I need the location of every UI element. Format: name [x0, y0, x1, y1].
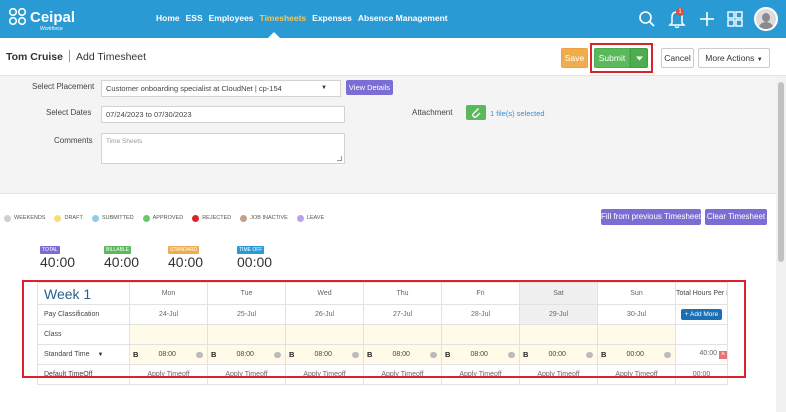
apps-grid-icon[interactable]: [726, 10, 744, 28]
legend-approved: APPROVED: [142, 214, 184, 222]
cancel-button[interactable]: Cancel: [661, 48, 694, 68]
avatar-head: [762, 13, 770, 22]
legend-label: REJECTED: [202, 215, 232, 221]
more-actions-label: More Actions: [705, 53, 755, 63]
fill-previous-timesheet-button[interactable]: Fill from previous Timesheet: [601, 209, 701, 225]
placement-select[interactable]: Customer onboarding specialist at CloudN…: [101, 80, 341, 97]
legend-job-inactive: JOB INACTIVE: [240, 214, 288, 222]
ceipal-logo[interactable]: Ceipal Workforce: [8, 7, 88, 33]
plus-icon[interactable]: [698, 10, 716, 28]
timeoff-value: 00:00: [237, 254, 273, 270]
billable-hours-summary: BILLABLE 40:00: [104, 244, 139, 270]
caret-down-icon: [635, 56, 643, 61]
title-divider: [68, 50, 70, 62]
nav-ess[interactable]: ESS: [186, 13, 203, 27]
brand-name: Ceipal: [30, 9, 76, 26]
legend-label: APPROVED: [152, 215, 184, 221]
placement-label: Select Placement: [32, 82, 95, 91]
legend-rejected: REJECTED: [192, 214, 232, 222]
legend-submitted: SUBMITTED: [91, 214, 134, 222]
user-avatar[interactable]: [754, 7, 778, 31]
timesheet-form: Select Placement Customer onboarding spe…: [0, 76, 776, 194]
attachment-status[interactable]: 1 file(s) selected: [490, 109, 545, 118]
attachment-button[interactable]: [466, 105, 486, 120]
resize-handle-icon[interactable]: [337, 156, 342, 161]
clear-timesheet-button[interactable]: Clear Timesheet: [705, 209, 767, 225]
caret-down-icon: ▼: [756, 57, 763, 63]
page-header: Tom Cruise Add Timesheet Save Submit Canc…: [0, 38, 786, 76]
paperclip-icon: [472, 108, 481, 118]
date-range-value: 07/24/2023 to 07/30/2023: [106, 110, 192, 119]
standard-hours-summary: STANDARD 40:00: [168, 244, 203, 270]
legend-dot: [240, 214, 248, 222]
scrollbar-thumb[interactable]: [778, 82, 784, 262]
nav-absence-management[interactable]: Absence Management: [358, 13, 448, 27]
legend-draft: DRAFT: [54, 214, 83, 222]
logo-mark-icon: [8, 7, 27, 26]
nav-home[interactable]: Home: [156, 13, 180, 27]
legend-label: LEAVE: [306, 215, 325, 221]
billable-value: 40:00: [104, 254, 140, 270]
employee-name: Tom Cruise: [6, 51, 63, 63]
submit-dropdown-button[interactable]: [630, 48, 648, 68]
nav-expenses[interactable]: Expenses: [312, 13, 352, 27]
status-legend: WEEKENDS DRAFT SUBMITTED APPROVED REJECT…: [4, 213, 324, 223]
comments-placeholder: Time Sheets: [106, 138, 143, 145]
legend-dot: [91, 214, 99, 222]
timeoff-tag: TIME OFF: [237, 246, 265, 254]
date-range-field[interactable]: 07/24/2023 to 07/30/2023: [101, 106, 345, 123]
standard-value: 40:00: [168, 254, 204, 270]
billable-tag: BILLABLE: [104, 246, 132, 254]
comments-label: Comments: [54, 136, 93, 145]
legend-weekends: WEEKENDS: [4, 214, 46, 222]
view-details-button[interactable]: View Details: [346, 80, 393, 95]
comments-textarea[interactable]: Time Sheets: [101, 133, 345, 164]
chevron-down-icon: ▼: [321, 85, 327, 91]
avatar-body: [758, 22, 774, 29]
brand-subtitle: Workforce: [40, 26, 63, 32]
standard-tag: STANDARD: [168, 246, 200, 254]
legend-label: SUBMITTED: [101, 215, 134, 221]
dates-label: Select Dates: [46, 108, 92, 117]
legend-leave: LEAVE: [296, 214, 325, 222]
attachment-label: Attachment: [412, 108, 453, 117]
search-icon[interactable]: [638, 10, 656, 28]
top-navbar: Ceipal Workforce Home ESS Employees Time…: [0, 0, 786, 38]
legend-dot: [54, 214, 62, 222]
submit-button[interactable]: Submit: [594, 48, 630, 68]
legend-dot: [296, 214, 304, 222]
legend-label: JOB INACTIVE: [250, 215, 288, 221]
legend-dot: [4, 214, 11, 222]
timeoff-hours-summary: TIME OFF 00:00: [237, 244, 272, 270]
nav-employees[interactable]: Employees: [209, 13, 254, 27]
week-table-highlight-box: [22, 280, 746, 378]
total-tag: TOTAL: [40, 246, 60, 254]
total-hours-summary: TOTAL 40:00: [40, 244, 75, 270]
more-actions-button[interactable]: More Actions ▼: [698, 48, 770, 68]
legend-label: DRAFT: [64, 215, 83, 221]
placement-value: Customer onboarding specialist at CloudN…: [106, 84, 282, 93]
nav-icon-group: 1: [638, 6, 778, 32]
legend-label: WEEKENDS: [14, 215, 46, 221]
page-title: Tom Cruise Add Timesheet: [6, 50, 146, 63]
notifications-button[interactable]: 1: [666, 8, 688, 30]
save-button[interactable]: Save: [561, 48, 588, 68]
total-value: 40:00: [40, 254, 76, 270]
main-nav: Home ESS Employees Timesheets Expenses A…: [156, 13, 448, 27]
legend-dot: [192, 214, 200, 222]
legend-dot: [142, 214, 150, 222]
page-name: Add Timesheet: [75, 51, 147, 63]
notification-badge: 1: [676, 8, 684, 16]
nav-timesheets[interactable]: Timesheets: [260, 13, 307, 27]
